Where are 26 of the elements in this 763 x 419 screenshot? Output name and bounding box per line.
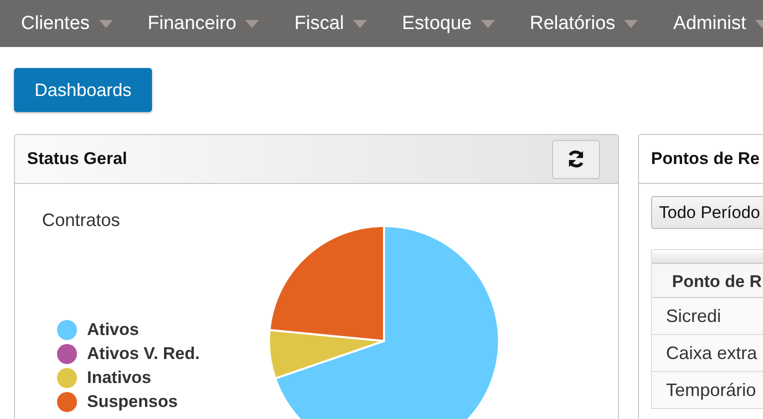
chart-title: Contratos [42,210,120,230]
legend-label: Ativos V. Red. [87,344,200,364]
nav-menu-item[interactable]: Relatórios [530,12,638,34]
legend-label: Inativos [87,368,152,388]
caret-icon [245,20,260,28]
column-header: Ponto de R [652,263,763,298]
period-select[interactable]: Todo Período [651,196,763,229]
table-cell: Sicredi [652,298,763,335]
refresh-button[interactable] [552,140,600,178]
caret-icon [353,20,367,28]
table-cell: Temporário [652,372,763,409]
panel-title: Status Geral [27,149,128,169]
dashboards-button[interactable]: Dashboards [14,68,152,112]
table-cell: Caixa extra [652,335,763,372]
nav-menu-item[interactable]: Fiscal [294,12,367,34]
legend-label: Suspensos [87,392,178,412]
refresh-icon [566,149,586,169]
nav-menu-item[interactable]: Estoque [402,12,495,34]
legend-label: Ativos [87,320,139,340]
nav-menu-item[interactable]: Administ [673,12,763,34]
nav-menu-item[interactable]: Financeiro [148,12,260,34]
caret-icon [480,20,495,28]
caret-icon [624,20,638,28]
nav-menu-item[interactable]: Clientes [21,12,113,34]
caret-icon [98,20,113,28]
panel-title: Pontos de Re [651,149,760,169]
